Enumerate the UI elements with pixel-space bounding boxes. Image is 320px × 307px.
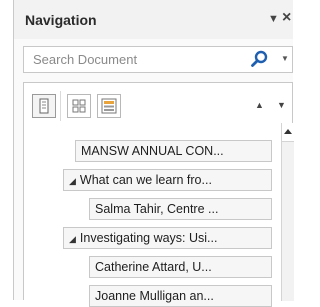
vertical-scrollbar[interactable] bbox=[281, 123, 294, 301]
navigation-content: ▲ ▼ MANSW ANNUAL CON... ◢ What can we lea… bbox=[23, 82, 294, 307]
scroll-thumb[interactable] bbox=[282, 142, 294, 301]
heading-label: MANSW ANNUAL CON... bbox=[81, 144, 224, 158]
search-options-dropdown[interactable]: ▼ bbox=[281, 54, 289, 63]
tab-pages[interactable] bbox=[67, 94, 91, 118]
heading-label: What can we learn fro... bbox=[79, 173, 212, 187]
navigation-pane: Navigation ▼ × Search Document ▼ ▲ ▼ MAN… bbox=[13, 0, 294, 307]
scroll-up-arrow-icon bbox=[284, 129, 292, 134]
pane-title: Navigation bbox=[25, 12, 97, 28]
heading-item[interactable]: Catherine Attard, U... bbox=[89, 256, 272, 278]
search-input[interactable]: Search Document ▼ bbox=[23, 46, 293, 73]
heading-label: Catherine Attard, U... bbox=[95, 260, 212, 274]
scroll-up-button[interactable] bbox=[282, 123, 294, 142]
results-icon bbox=[101, 98, 117, 114]
heading-item[interactable]: MANSW ANNUAL CON... bbox=[75, 140, 272, 162]
search-icon[interactable] bbox=[249, 49, 269, 69]
next-heading-button[interactable]: ▼ bbox=[277, 100, 286, 110]
pane-menu-arrow-icon[interactable]: ▼ bbox=[268, 13, 279, 25]
heading-label: Salma Tahir, Centre ... bbox=[95, 202, 219, 216]
pane-header: Navigation ▼ × bbox=[14, 0, 293, 39]
previous-heading-button[interactable]: ▲ bbox=[255, 100, 264, 110]
heading-item[interactable]: ◢ Investigating ways: Usi... bbox=[63, 227, 272, 249]
heading-item[interactable]: Salma Tahir, Centre ... bbox=[89, 198, 272, 220]
thumbnails-icon bbox=[72, 99, 86, 113]
heading-label: Joanne Mulligan an... bbox=[95, 289, 214, 303]
tab-results[interactable] bbox=[97, 94, 121, 118]
heading-item[interactable]: Joanne Mulligan an... bbox=[89, 285, 272, 307]
heading-label: Investigating ways: Usi... bbox=[79, 231, 218, 245]
close-icon[interactable]: × bbox=[282, 9, 291, 27]
search-placeholder: Search Document bbox=[33, 52, 138, 67]
collapse-triangle-icon[interactable]: ◢ bbox=[69, 176, 76, 186]
headings-icon bbox=[39, 98, 49, 114]
tab-separator bbox=[60, 91, 61, 121]
collapse-triangle-icon[interactable]: ◢ bbox=[69, 234, 76, 244]
heading-item[interactable]: ◢ What can we learn fro... bbox=[63, 169, 272, 191]
tab-headings[interactable] bbox=[32, 94, 56, 118]
